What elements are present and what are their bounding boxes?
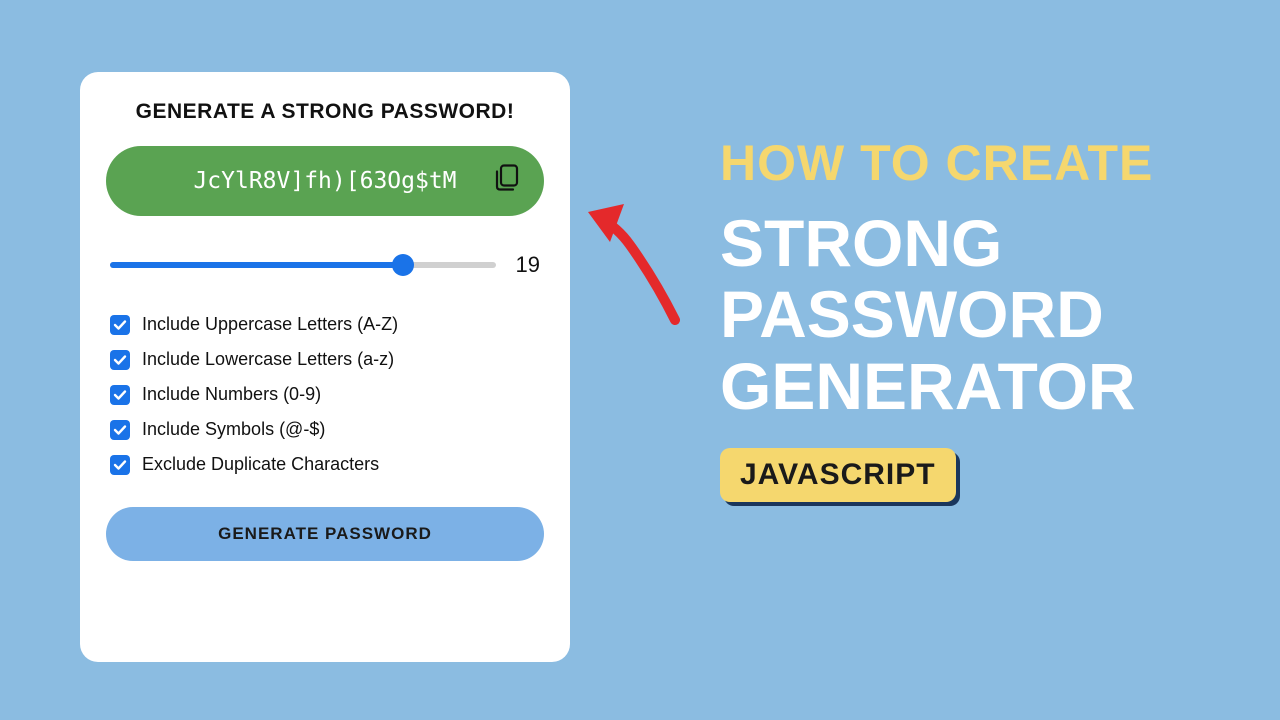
- badge-text: JAVASCRIPT: [740, 458, 936, 491]
- card-title: GENERATE A STRONG PASSWORD!: [106, 100, 544, 124]
- checkbox-uppercase[interactable]: [110, 315, 130, 335]
- headline-line1: HOW TO CREATE: [720, 134, 1250, 192]
- options-list: Include Uppercase Letters (A-Z) Include …: [106, 314, 544, 475]
- option-label: Include Numbers (0-9): [142, 384, 321, 405]
- option-label: Include Uppercase Letters (A-Z): [142, 314, 398, 335]
- password-display: JcYlR8V]fh)[63Og$tM: [106, 146, 544, 216]
- headline: HOW TO CREATE STRONG PASSWORD GENERATOR …: [720, 134, 1250, 502]
- length-slider[interactable]: [110, 255, 496, 275]
- option-symbols: Include Symbols (@-$): [110, 419, 540, 440]
- generated-password: JcYlR8V]fh)[63Og$tM: [193, 168, 456, 194]
- slider-thumb[interactable]: [392, 254, 414, 276]
- option-label: Include Symbols (@-$): [142, 419, 325, 440]
- slider-value: 19: [516, 252, 540, 278]
- option-uppercase: Include Uppercase Letters (A-Z): [110, 314, 540, 335]
- copy-icon[interactable]: [494, 164, 520, 199]
- option-label: Exclude Duplicate Characters: [142, 454, 379, 475]
- slider-track: [110, 262, 496, 268]
- arrow-icon: [580, 190, 700, 330]
- password-generator-card: GENERATE A STRONG PASSWORD! JcYlR8V]fh)[…: [80, 72, 570, 662]
- length-slider-row: 19: [106, 252, 544, 278]
- checkbox-exclude-duplicates[interactable]: [110, 455, 130, 475]
- option-numbers: Include Numbers (0-9): [110, 384, 540, 405]
- checkbox-numbers[interactable]: [110, 385, 130, 405]
- generate-button[interactable]: GENERATE PASSWORD: [106, 507, 544, 561]
- tech-badge: JAVASCRIPT: [720, 448, 956, 502]
- headline-line2: STRONG PASSWORD GENERATOR: [720, 208, 1250, 422]
- checkbox-symbols[interactable]: [110, 420, 130, 440]
- option-lowercase: Include Lowercase Letters (a-z): [110, 349, 540, 370]
- option-exclude-duplicates: Exclude Duplicate Characters: [110, 454, 540, 475]
- slider-fill: [110, 262, 403, 268]
- option-label: Include Lowercase Letters (a-z): [142, 349, 394, 370]
- checkbox-lowercase[interactable]: [110, 350, 130, 370]
